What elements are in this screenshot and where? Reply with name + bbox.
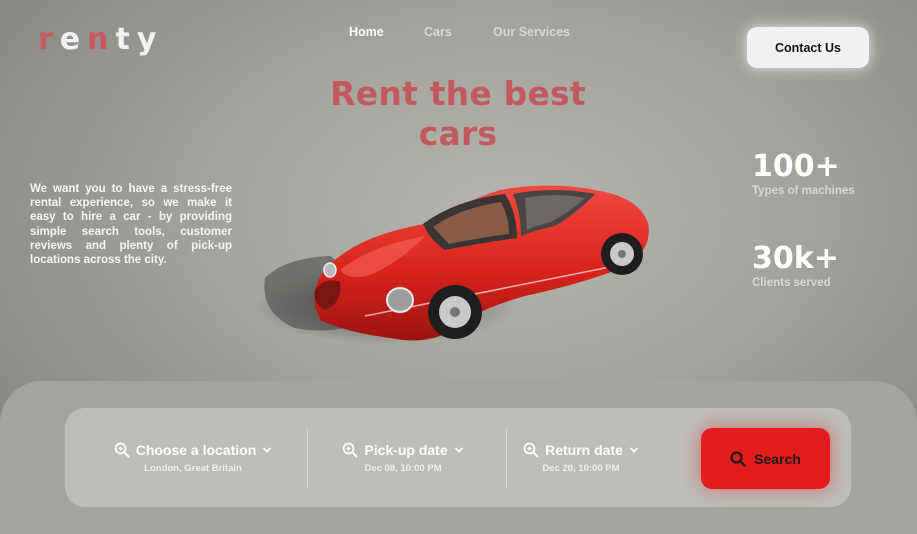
hero-title-line1: Rent the best bbox=[330, 74, 586, 113]
search-button-label: Search bbox=[754, 450, 801, 467]
nav-home[interactable]: Home bbox=[349, 25, 424, 39]
pickup-date-value: Dec 08, 10:00 PM bbox=[364, 463, 442, 474]
logo-letter-y: y bbox=[136, 22, 164, 57]
stat-clients: 30k+ Clients served bbox=[752, 241, 839, 290]
stat-value: 100+ bbox=[752, 149, 840, 184]
stat-machines: 100+ Types of machines bbox=[752, 149, 855, 198]
stat-value: 30k+ bbox=[752, 241, 839, 276]
nav-our-services[interactable]: Our Services bbox=[493, 25, 570, 39]
contact-us-button[interactable]: Contact Us bbox=[747, 27, 869, 68]
return-date-label: Return date bbox=[545, 442, 623, 458]
search-zoom-icon bbox=[342, 442, 358, 458]
stat-label: Types of machines bbox=[752, 185, 855, 197]
divider bbox=[506, 429, 507, 488]
brand-logo[interactable]: renty bbox=[38, 22, 163, 57]
nav-cars[interactable]: Cars bbox=[424, 25, 493, 39]
hero-intro-text: We want you to have a stress-free rental… bbox=[30, 183, 232, 267]
logo-letter-t: t bbox=[115, 22, 137, 57]
search-icon bbox=[730, 450, 746, 467]
search-button[interactable]: Search bbox=[701, 428, 830, 489]
pickup-date-label: Pick-up date bbox=[364, 442, 448, 458]
car-image bbox=[255, 185, 649, 344]
logo-letter-r: r bbox=[38, 22, 60, 57]
hero-title: Rent the best cars bbox=[318, 74, 598, 154]
hero-title-line2: cars bbox=[418, 114, 498, 153]
logo-letter-n: n bbox=[87, 22, 116, 57]
stat-label: Clients served bbox=[752, 277, 831, 289]
chevron-down-icon[interactable] bbox=[262, 445, 272, 455]
return-date-value: Dec 20, 10:00 PM bbox=[542, 463, 620, 474]
search-zoom-icon bbox=[114, 442, 130, 458]
logo-letter-e: e bbox=[59, 22, 88, 57]
divider bbox=[307, 429, 308, 488]
chevron-down-icon[interactable] bbox=[454, 445, 464, 455]
location-label: Choose a location bbox=[135, 442, 257, 458]
search-zoom-icon bbox=[523, 442, 539, 458]
pickup-date-field[interactable]: Pick-up date Dec 08, 10:00 PM bbox=[339, 442, 467, 474]
return-date-field[interactable]: Return date Dec 20, 10:00 PM bbox=[520, 442, 642, 474]
location-field[interactable]: Choose a location London, Great Britain bbox=[112, 442, 274, 474]
chevron-down-icon[interactable] bbox=[629, 445, 639, 455]
main-nav: Home Cars Our Services bbox=[349, 25, 570, 39]
location-value: London, Great Britain bbox=[144, 463, 242, 474]
